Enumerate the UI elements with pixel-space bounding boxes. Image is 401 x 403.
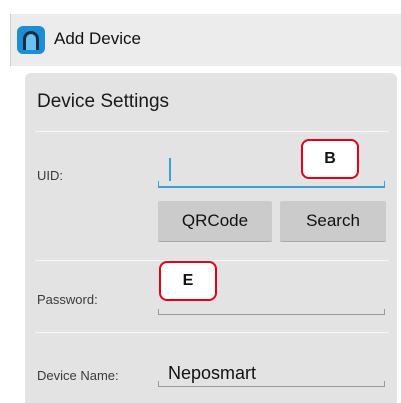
- password-input[interactable]: [158, 305, 385, 315]
- device-settings-panel: Device Settings UID: QRCode Search Passw…: [25, 73, 397, 403]
- text-cursor: [169, 158, 171, 181]
- divider: [35, 131, 389, 132]
- app-logo-icon[interactable]: [17, 26, 45, 54]
- section-title: Device Settings: [37, 91, 170, 112]
- device-name-label: Device Name:: [37, 368, 119, 383]
- search-button[interactable]: Search: [280, 201, 386, 242]
- qrcode-button[interactable]: QRCode: [158, 201, 272, 242]
- password-label: Password:: [37, 292, 98, 307]
- device-name-input[interactable]: [158, 377, 385, 387]
- uid-input[interactable]: [158, 178, 385, 188]
- uid-label: UID:: [37, 168, 63, 183]
- divider: [35, 332, 389, 333]
- app-title: Add Device: [54, 29, 141, 48]
- marker-e: E: [159, 261, 217, 301]
- marker-b: B: [301, 139, 359, 179]
- action-bar: Add Device: [10, 14, 401, 66]
